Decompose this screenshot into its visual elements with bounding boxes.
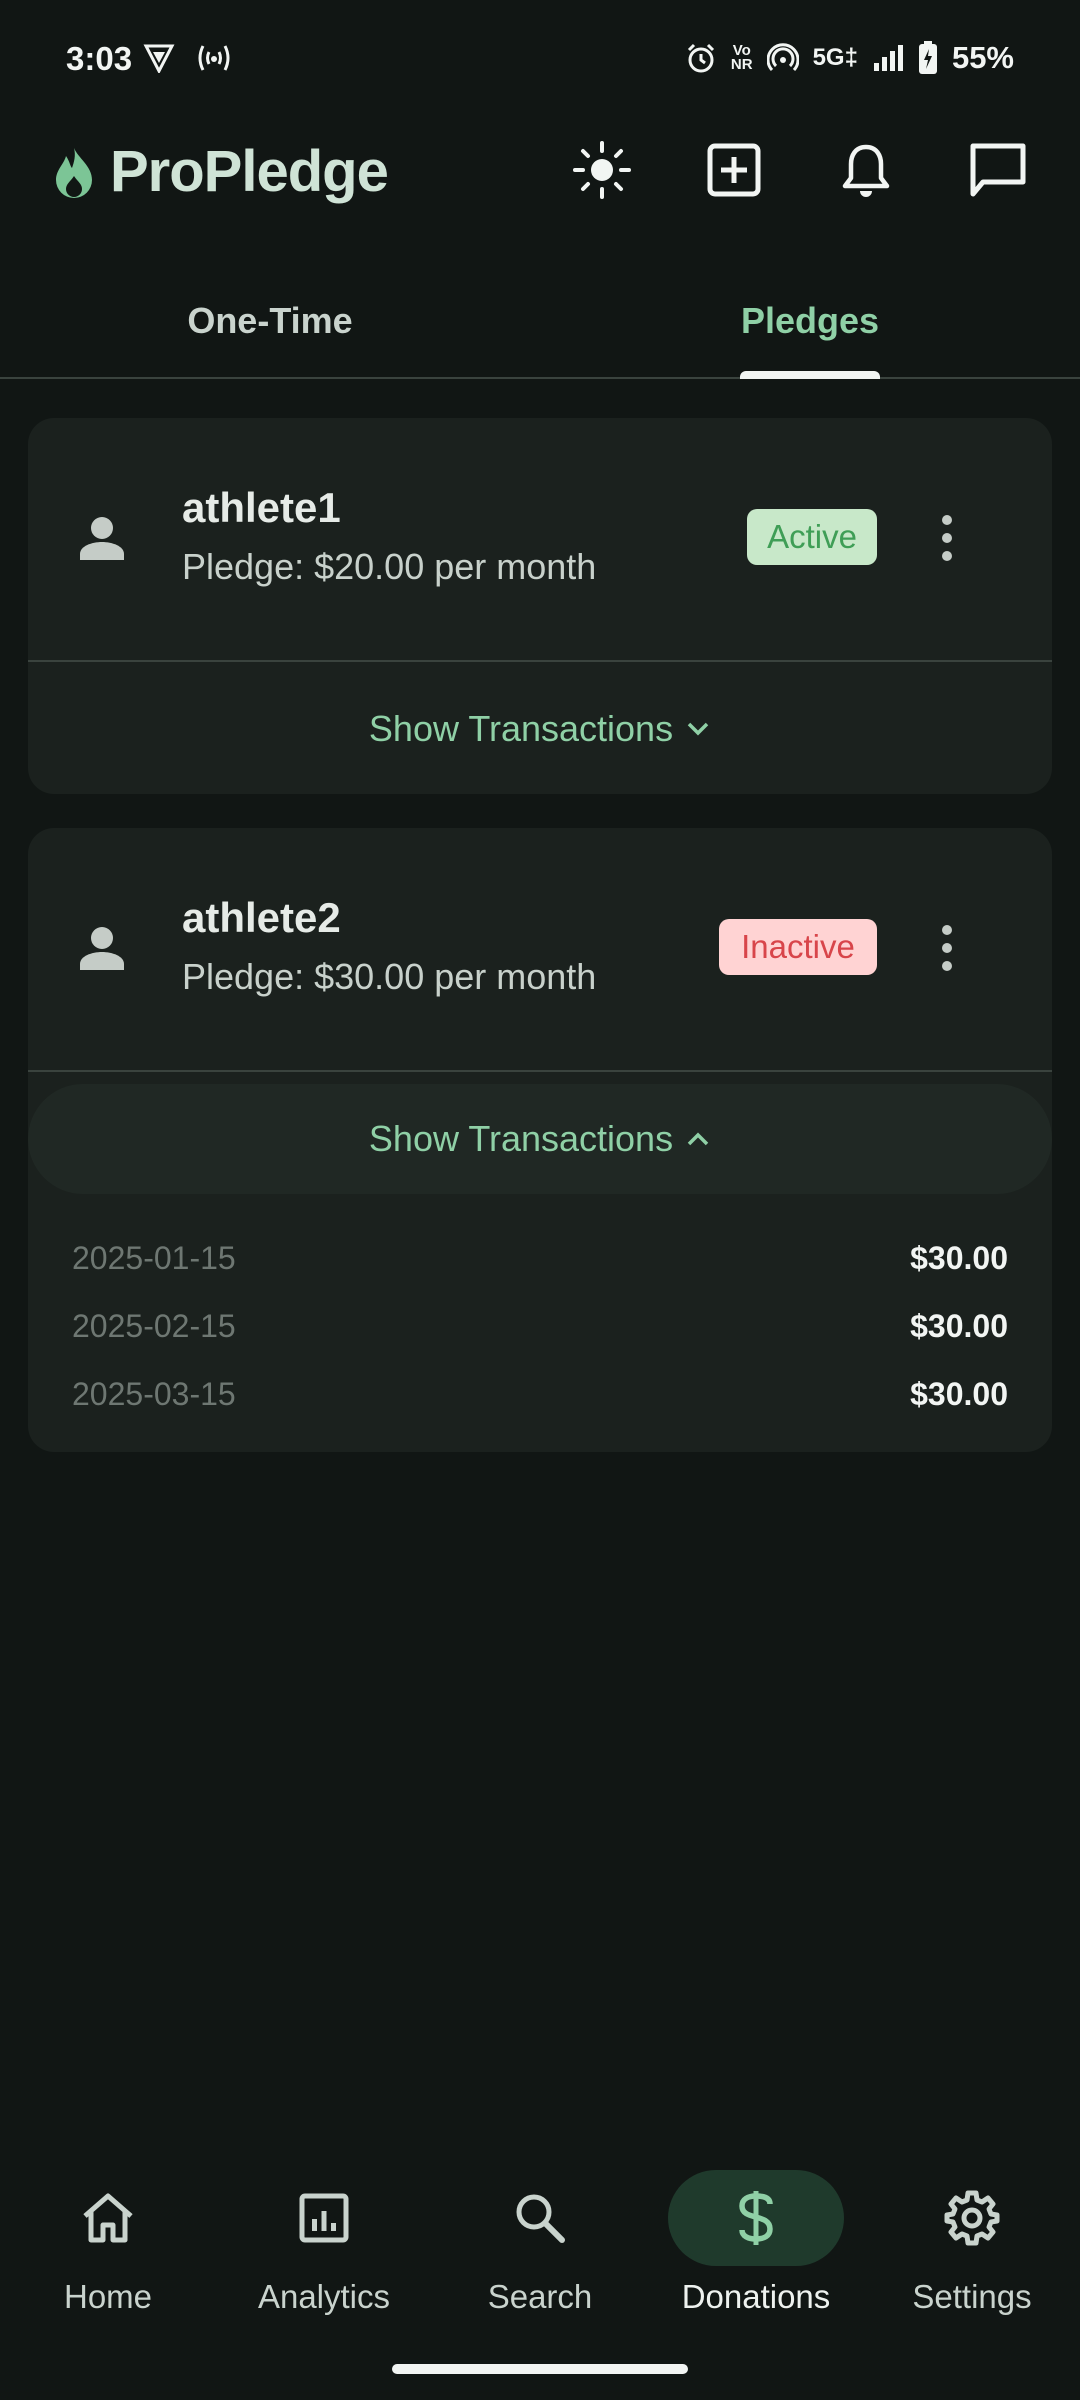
pledge-card-header: athlete2 Pledge: $30.00 per month Inacti… [28, 828, 1052, 1070]
nav-search[interactable]: Search [432, 2170, 648, 2316]
person-icon [80, 927, 124, 970]
more-vert-icon[interactable] [932, 918, 962, 978]
bottom-nav: Home Analytics Search Donations Settings [0, 2150, 1080, 2400]
status-badge: Active [747, 509, 877, 565]
dollar-icon [739, 2191, 773, 2245]
tab-one-time[interactable]: One-Time [0, 265, 540, 377]
gear-icon [944, 2190, 1000, 2246]
analytics-icon [299, 2193, 349, 2243]
signal-icon [873, 45, 903, 71]
app-actions [572, 140, 1028, 200]
pledge-amount: Pledge: $30.00 per month [182, 956, 597, 997]
hotspot-icon [766, 43, 799, 72]
pledge-amount: Pledge: $20.00 per month [182, 546, 597, 587]
network-type: 5G‡ [812, 44, 858, 71]
nav-label: Search [487, 2278, 593, 2315]
vpn-shield-icon [143, 44, 175, 73]
search-icon [516, 2194, 565, 2243]
wifi-calling-icon [198, 45, 230, 71]
transaction-amount: $30.00 [910, 1375, 1008, 1412]
home-icon [83, 2193, 133, 2243]
nav-donations[interactable]: Donations [648, 2170, 864, 2316]
transaction-list: 2025-01-15 $30.00 2025-02-15 $30.00 2025… [28, 1194, 1052, 1428]
nav-home[interactable]: Home [0, 2170, 216, 2316]
more-vert-icon[interactable] [932, 508, 962, 568]
tab-bar: One-Time Pledges [0, 265, 1080, 379]
status-left-icons [143, 42, 233, 74]
tab-indicator [740, 371, 880, 379]
home-indicator[interactable] [392, 2364, 688, 2374]
status-time: 3:03 [66, 40, 133, 77]
sun-icon [573, 141, 631, 199]
transaction-row: 2025-02-15 $30.00 [72, 1292, 1008, 1360]
chat-icon [970, 143, 1026, 197]
nav-label: Home [63, 2278, 153, 2315]
transaction-amount: $30.00 [910, 1239, 1008, 1276]
chevron-down-icon [687, 722, 709, 736]
transaction-row: 2025-01-15 $30.00 [72, 1224, 1008, 1292]
transaction-date: 2025-01-15 [72, 1239, 236, 1276]
pledge-card-header: athlete1 Pledge: $20.00 per month Active [28, 418, 1052, 660]
show-transactions-button[interactable]: Show Transactions [28, 662, 1052, 794]
bell-icon [842, 144, 890, 197]
transaction-row: 2025-03-15 $30.00 [72, 1360, 1008, 1428]
hide-transactions-button[interactable]: Show Transactions [28, 1084, 1052, 1194]
transaction-date: 2025-02-15 [72, 1307, 236, 1344]
app-logo: ProPledge [52, 138, 389, 205]
add-box-icon [707, 143, 761, 197]
chevron-up-icon [687, 1132, 709, 1146]
card-divider [28, 1070, 1052, 1072]
transaction-amount: $30.00 [910, 1307, 1008, 1344]
status-bar: 3:03 Vo NR 5G‡ 55% [0, 0, 1080, 125]
show-transactions-label: Show Transactions [368, 1118, 674, 1159]
alarm-icon [687, 43, 714, 73]
flame-icon [56, 147, 92, 198]
nav-label: Donations [681, 2278, 831, 2315]
nav-settings[interactable]: Settings [864, 2170, 1080, 2316]
status-badge: Inactive [719, 919, 877, 975]
battery-percent: 55% [951, 40, 1014, 75]
person-icon [80, 517, 124, 560]
status-right: Vo NR 5G‡ 55% [685, 40, 1014, 76]
battery-icon [918, 41, 937, 74]
nav-label: Analytics [257, 2278, 391, 2315]
vonr-indicator: Vo NR [730, 42, 753, 73]
athlete-name: athlete1 [182, 484, 341, 531]
transaction-date: 2025-03-15 [72, 1375, 236, 1412]
add-button[interactable] [704, 140, 764, 200]
athlete-name: athlete2 [182, 894, 341, 941]
messages-button[interactable] [968, 140, 1028, 200]
nav-label: Settings [912, 2278, 1032, 2315]
pledge-card: athlete1 Pledge: $20.00 per month Active… [28, 418, 1052, 794]
show-transactions-label: Show Transactions [368, 708, 674, 749]
theme-toggle-button[interactable] [572, 140, 632, 200]
notifications-button[interactable] [836, 140, 896, 200]
tab-pledges[interactable]: Pledges [540, 265, 1080, 377]
nav-analytics[interactable]: Analytics [216, 2170, 432, 2316]
app-title: ProPledge [110, 139, 389, 204]
pledge-card: athlete2 Pledge: $30.00 per month Inacti… [28, 828, 1052, 1452]
